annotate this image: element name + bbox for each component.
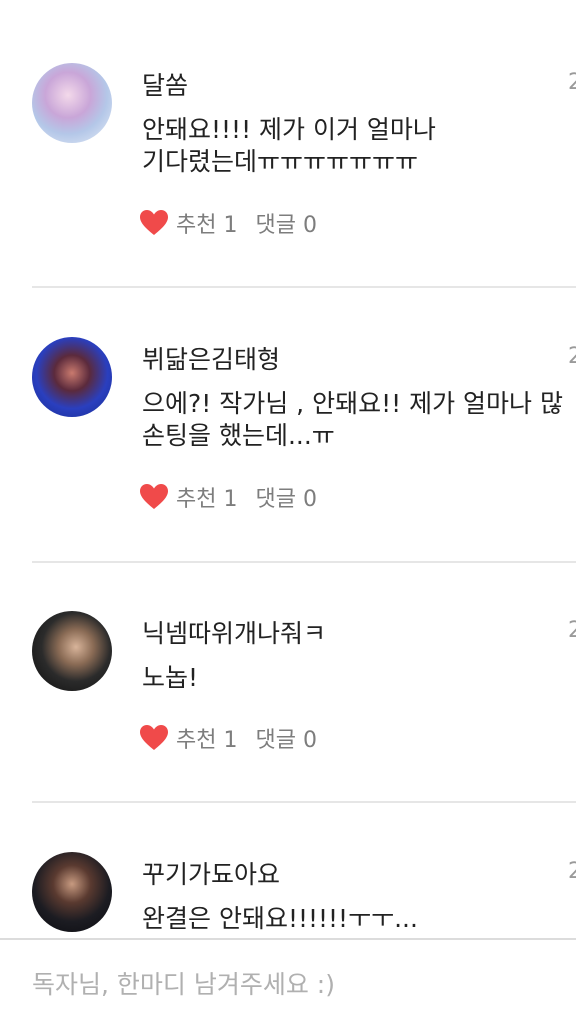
- comment-text: 으에?! 작가님 , 안돼요!! 제가 얼마나 많 손팅을 했는데...ㅠ: [142, 388, 576, 452]
- like-count: 추천 1: [176, 487, 238, 512]
- comment-date: 2: [568, 859, 576, 884]
- like-count: 추천 1: [176, 213, 238, 238]
- comment-text: 완결은 안돼요!!!!!!ㅜㅜ...: [142, 903, 576, 935]
- comment-actions: 추천 1 댓글 0: [140, 723, 317, 753]
- comment-list[interactable]: 달쏨 2 안돼요!!!! 제가 이거 얼마나 기다렸는데ㅠㅠㅠㅠㅠㅠㅠ 추천 1…: [0, 0, 576, 938]
- avatar[interactable]: [32, 611, 112, 691]
- comment-date: 2: [568, 344, 576, 369]
- like-button[interactable]: 추천 1: [140, 207, 237, 239]
- comment-input-bar: [0, 938, 576, 1024]
- avatar[interactable]: [32, 852, 112, 932]
- comment-author[interactable]: 꾸기가됴아요: [142, 855, 280, 891]
- comment-author[interactable]: 달쏨: [142, 66, 188, 102]
- avatar[interactable]: [32, 337, 112, 417]
- divider: [32, 801, 576, 803]
- comment-actions: 추천 1 댓글 0: [140, 482, 317, 512]
- reply-count-button[interactable]: 댓글 0: [255, 481, 316, 513]
- reply-count-button[interactable]: 댓글 0: [255, 207, 316, 239]
- comment-text-line: 손팅을 했는데...ㅠ: [142, 421, 335, 450]
- heart-icon: [140, 210, 168, 235]
- divider: [32, 286, 576, 288]
- like-button[interactable]: 추천 1: [140, 481, 237, 513]
- comment-text-line: 노놉!: [142, 663, 199, 692]
- comment-text: 안돼요!!!! 제가 이거 얼마나 기다렸는데ㅠㅠㅠㅠㅠㅠㅠ: [142, 114, 576, 178]
- comment-author[interactable]: 뷔닮은김태형: [142, 340, 280, 376]
- avatar[interactable]: [32, 63, 112, 143]
- comment-actions: 추천 1 댓글 0: [140, 208, 317, 238]
- comment-text-line: 안돼요!!!! 제가 이거 얼마나: [142, 115, 436, 144]
- like-button[interactable]: 추천 1: [140, 722, 237, 754]
- comment-text-line: 기다렸는데ㅠㅠㅠㅠㅠㅠㅠ: [142, 147, 419, 176]
- heart-icon: [140, 484, 168, 509]
- comment-text-line: 으에?! 작가님 , 안돼요!! 제가 얼마나 많: [142, 389, 563, 418]
- comment-input[interactable]: [32, 964, 552, 1004]
- comment-date: 2: [568, 618, 576, 643]
- comment-date: 2: [568, 70, 576, 95]
- divider: [32, 561, 576, 563]
- heart-icon: [140, 725, 168, 750]
- reply-count-button[interactable]: 댓글 0: [255, 722, 316, 754]
- comment-text: 노놉!: [142, 662, 576, 694]
- comment-author[interactable]: 닉넴따위개나줘ㅋ: [142, 614, 326, 650]
- like-count: 추천 1: [176, 728, 238, 753]
- comment-text-line: 완결은 안돼요!!!!!!ㅜㅜ...: [142, 904, 418, 933]
